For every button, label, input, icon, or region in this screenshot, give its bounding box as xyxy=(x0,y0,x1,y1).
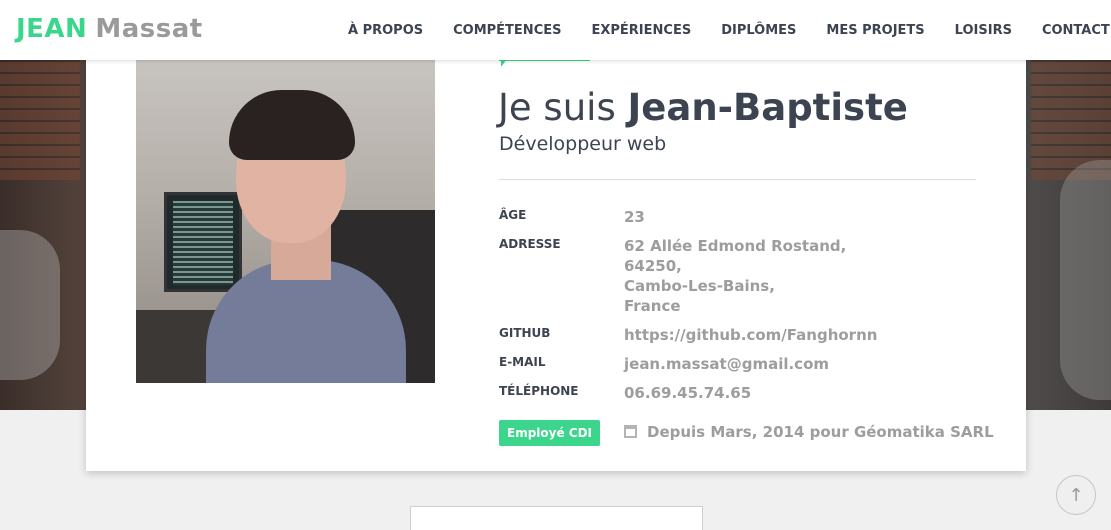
info-row-email: E-MAIL jean.massat@gmail.com xyxy=(499,354,979,374)
navbar: JEAN Massat À PROPOS COMPÉTENCES EXPÉRIEN… xyxy=(0,0,1111,60)
info-row-age: ÂGE 23 xyxy=(499,207,979,227)
profile-name: Jean-Baptiste xyxy=(627,86,908,129)
arrow-up-icon: ↑ xyxy=(1068,484,1084,506)
info-row-github: GITHUB https://github.com/Fanghornn xyxy=(499,325,979,345)
calendar-icon xyxy=(624,425,637,438)
scroll-to-top-button[interactable]: ↑ xyxy=(1056,475,1096,515)
logo-first: JEAN xyxy=(16,14,88,44)
site-logo[interactable]: JEAN Massat xyxy=(16,14,203,44)
employment-since-text: Depuis Mars, 2014 pour Géomatika SARL xyxy=(647,423,994,441)
background-brick-wall xyxy=(0,60,80,180)
address-line: 64250, xyxy=(624,257,682,275)
info-row-phone: TÉLÉPHONE 06.69.45.74.65 xyxy=(499,383,979,403)
address-line: Cambo-Les-Bains, xyxy=(624,277,775,295)
background-chair-left xyxy=(0,230,60,380)
info-label: ÂGE xyxy=(499,208,527,222)
nav-link-a-propos[interactable]: À PROPOS xyxy=(348,23,423,38)
next-section-box xyxy=(410,506,703,530)
intro-prefix: Je suis xyxy=(498,86,616,129)
nav-link-loisirs[interactable]: LOISIRS xyxy=(955,23,1012,38)
nav-link-mes-projets[interactable]: MES PROJETS xyxy=(826,23,924,38)
github-link[interactable]: https://github.com/Fanghornn xyxy=(624,325,877,345)
employment-badge: Employé CDI xyxy=(499,420,601,446)
email-link[interactable]: jean.massat@gmail.com xyxy=(624,354,829,374)
info-value: 62 Allée Edmond Rostand, 64250, Cambo-Le… xyxy=(624,236,846,316)
profile-photo xyxy=(136,60,435,383)
nav-link-experiences[interactable]: EXPÉRIENCES xyxy=(591,23,691,38)
intro-heading: Je suis Jean-Baptiste xyxy=(498,86,908,129)
info-label: ADRESSE xyxy=(499,237,561,251)
address-line: 62 Allée Edmond Rostand, xyxy=(624,237,847,255)
nav-link-contact[interactable]: CONTACT xyxy=(1042,23,1110,38)
employment-since: Depuis Mars, 2014 pour Géomatika SARL xyxy=(624,423,994,441)
info-label: E-MAIL xyxy=(499,355,546,369)
info-label: GITHUB xyxy=(499,326,551,340)
background-chair-right xyxy=(1060,160,1111,400)
photo-monitor xyxy=(164,192,242,292)
profile-card: Je suis Jean-Baptiste Développeur web ÂG… xyxy=(86,40,1026,471)
nav-link-diplomes[interactable]: DIPLÔMES xyxy=(721,23,796,38)
divider xyxy=(499,179,976,180)
logo-last: Massat xyxy=(95,14,203,44)
info-row-address: ADRESSE 62 Allée Edmond Rostand, 64250, … xyxy=(499,236,979,316)
info-label: TÉLÉPHONE xyxy=(499,384,579,398)
profile-role: Développeur web xyxy=(499,133,667,155)
nav-link-competences[interactable]: COMPÉTENCES xyxy=(453,23,561,38)
info-value: 06.69.45.74.65 xyxy=(624,384,752,402)
info-value: 23 xyxy=(624,208,645,226)
main-nav: À PROPOS COMPÉTENCES EXPÉRIENCES DIPLÔME… xyxy=(348,23,1110,38)
info-list: ÂGE 23 ADRESSE 62 Allée Edmond Rostand, … xyxy=(499,207,979,412)
address-line: France xyxy=(624,297,681,315)
